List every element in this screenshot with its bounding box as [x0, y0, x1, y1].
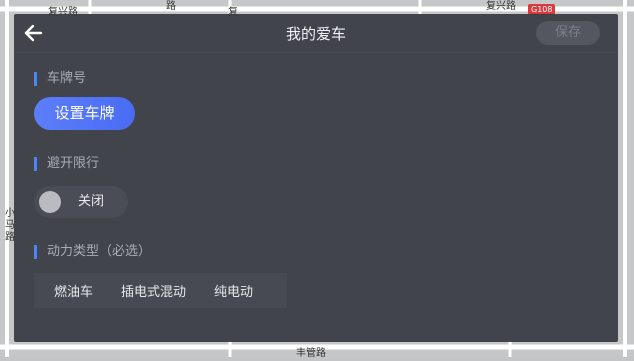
avoid-restriction-toggle[interactable]: 关闭	[34, 186, 128, 218]
section-title: 动力类型（必选）	[47, 244, 152, 259]
map-label: 复兴路	[486, 1, 516, 12]
save-button[interactable]: 保存	[536, 21, 600, 45]
section-title: 避开限行	[47, 156, 100, 171]
section-accent-bar	[34, 157, 37, 171]
section-accent-bar	[34, 72, 37, 86]
power-type-selector: 燃油车 插电式混动 纯电动	[34, 273, 287, 308]
section-title: 车牌号	[47, 71, 87, 86]
panel-header: 我的爱车 保存	[14, 14, 618, 53]
section-accent-bar	[34, 245, 37, 259]
map-label: 路	[166, 1, 176, 12]
page-title: 我的爱车	[285, 25, 346, 43]
power-option-electric[interactable]: 纯电动	[186, 281, 253, 300]
section-label-restriction: 避开限行	[34, 156, 99, 172]
power-option-plugin-hybrid[interactable]: 插电式混动	[93, 281, 186, 300]
section-label-power: 动力类型（必选）	[34, 244, 151, 260]
power-option-fuel[interactable]: 燃油车	[34, 281, 93, 300]
my-car-panel: 我的爱车 保存 车牌号 设置车牌 避开限行 关闭 动力类型（必选） 燃油车 插电…	[14, 14, 618, 342]
set-plate-button[interactable]: 设置车牌	[34, 97, 135, 130]
section-label-plate: 车牌号	[34, 71, 86, 87]
toggle-knob	[39, 191, 61, 213]
toggle-label: 关闭	[78, 194, 105, 209]
